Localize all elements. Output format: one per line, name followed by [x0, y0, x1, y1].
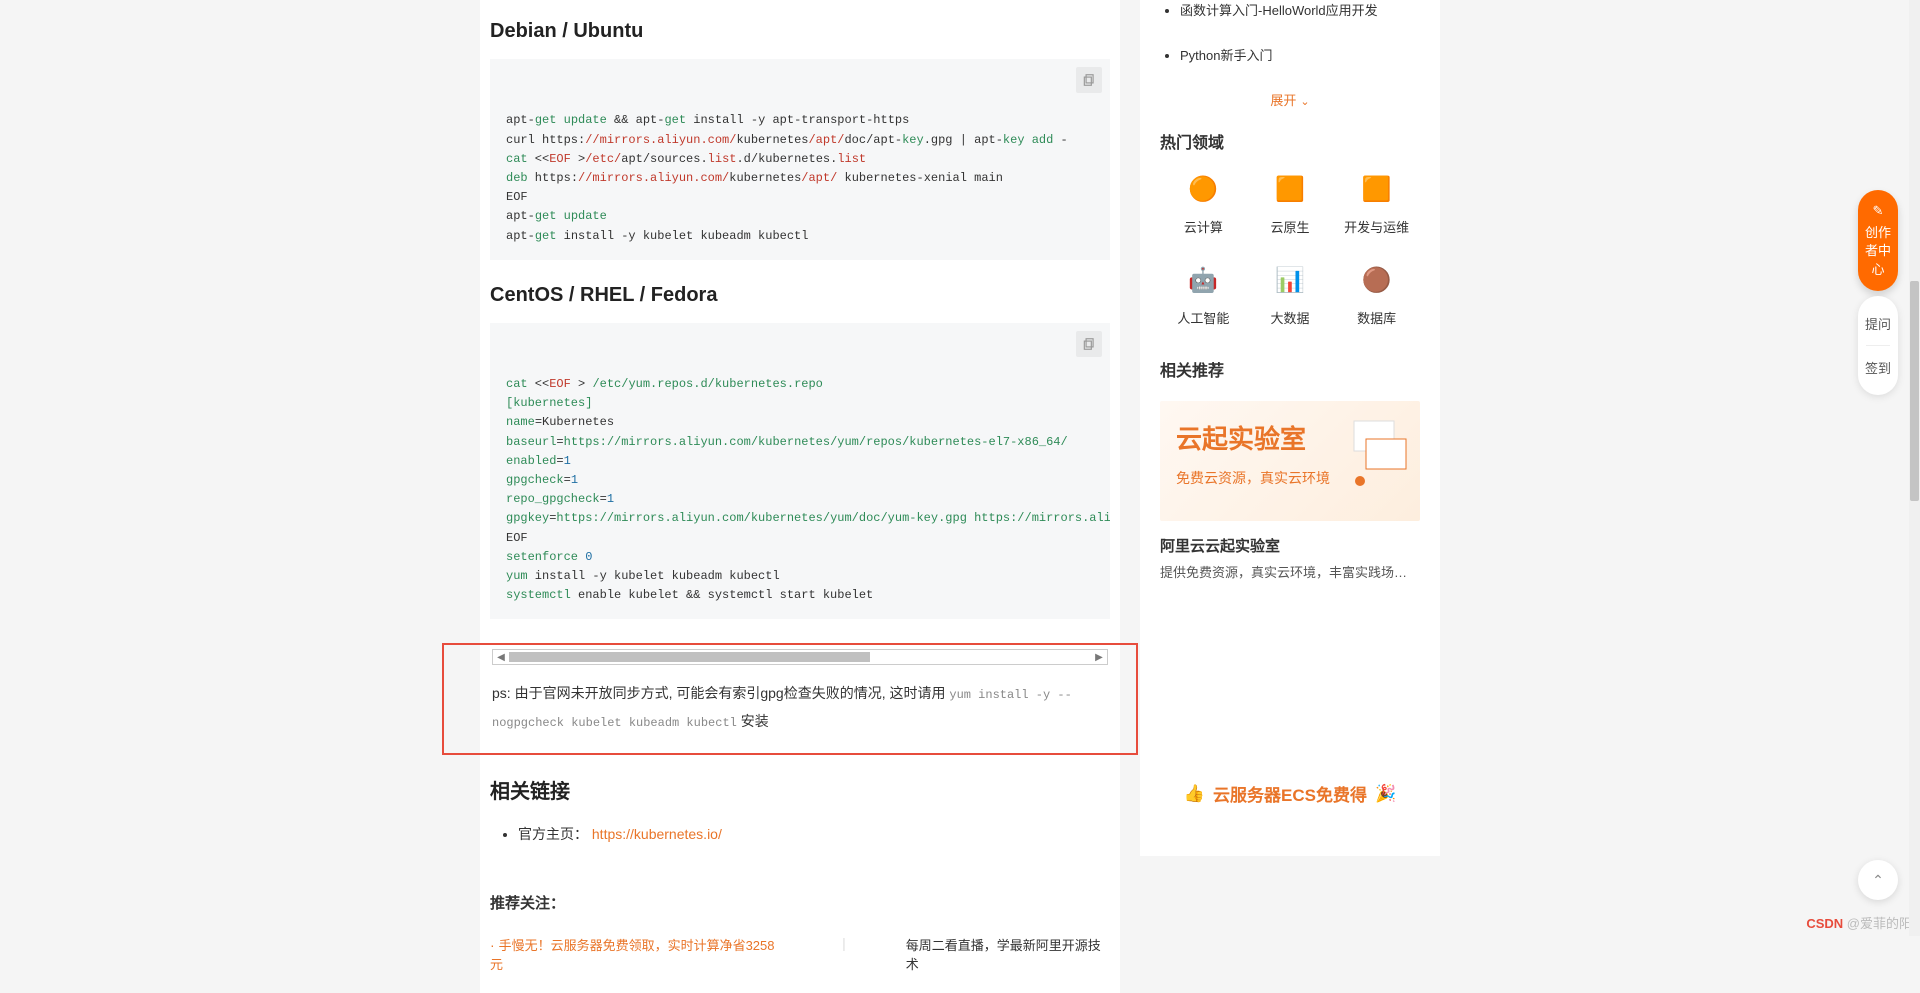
- vertical-scrollbar[interactable]: [1909, 0, 1920, 936]
- ps-suffix: 安装: [737, 713, 769, 729]
- ecs-icon-right: 🎉: [1375, 784, 1396, 804]
- recommended-link-2[interactable]: 每周二看直播，学最新阿里开源技术: [906, 935, 1110, 973]
- code-line: gpgcheck=1: [506, 473, 578, 487]
- pen-icon: ✎: [1860, 202, 1896, 220]
- code-line: name=Kubernetes: [506, 415, 614, 429]
- scroll-to-top-button[interactable]: ⌃: [1858, 860, 1898, 900]
- official-link[interactable]: https://kubernetes.io/: [592, 826, 722, 842]
- domain-ai[interactable]: 🤖 人工智能: [1160, 264, 1247, 327]
- creator-label: 创作者中心: [1865, 225, 1891, 276]
- code-block-centos: cat <<EOF > /etc/yum.repos.d/kubernetes.…: [490, 323, 1110, 620]
- code-line: cat <<EOF >/etc/apt/sources.list.d/kuber…: [506, 152, 866, 166]
- related-links-heading: 相关链接: [490, 775, 1110, 804]
- domain-label: 开发与运维: [1333, 217, 1420, 236]
- expand-label: 展开: [1270, 93, 1296, 108]
- vertical-scroll-thumb[interactable]: [1910, 281, 1919, 501]
- divider: [1866, 345, 1890, 346]
- devops-icon: 🟧: [1359, 173, 1395, 205]
- banner-decoration-icon: [1348, 415, 1408, 495]
- domain-cloud-computing[interactable]: 🟠 云计算: [1160, 173, 1247, 236]
- related-links-section: 相关链接 官方主页： https://kubernetes.io/: [480, 775, 1120, 844]
- code-line: EOF: [506, 531, 528, 545]
- rec-subtext: 提供免费资源，真实云环境，丰富实践场景，...: [1160, 562, 1420, 581]
- domain-bigdata[interactable]: 📊 大数据: [1247, 264, 1334, 327]
- sidebar-recent-item[interactable]: Python新手入门: [1180, 45, 1420, 64]
- sidebar-recent-item[interactable]: 函数计算入门-HelloWorld应用开发: [1180, 0, 1420, 19]
- related-link-item: 官方主页： https://kubernetes.io/: [518, 824, 1110, 844]
- copy-icon[interactable]: [1076, 67, 1102, 93]
- code-line: deb https://mirrors.aliyun.com/kubernete…: [506, 171, 1003, 185]
- link-label: 官方主页：: [518, 826, 588, 842]
- bigdata-icon: 📊: [1272, 264, 1308, 296]
- ecs-banner-text: 云服务器ECS免费得: [1213, 781, 1367, 806]
- section-title-debian: Debian / Ubuntu: [480, 20, 1120, 43]
- code-line: gpgkey=https://mirrors.aliyun.com/kubern…: [506, 511, 1110, 525]
- section-title-centos: CentOS / RHEL / Fedora: [480, 284, 1120, 307]
- scroll-left-icon[interactable]: ◀: [493, 652, 509, 663]
- cloud-icon: 🟠: [1185, 173, 1221, 205]
- domain-label: 大数据: [1247, 308, 1334, 327]
- domain-devops[interactable]: 🟧 开发与运维: [1333, 173, 1420, 236]
- highlight-box: ◀ ▶ ps: 由于官网未开放同步方式, 可能会有索引gpg检查失败的情况, 这…: [442, 643, 1138, 755]
- domain-label: 云计算: [1160, 217, 1247, 236]
- scroll-right-icon[interactable]: ▶: [1091, 652, 1107, 663]
- related-rec-heading: 相关推荐: [1160, 357, 1420, 381]
- domain-grid: 🟠 云计算 🟧 云原生 🟧 开发与运维 🤖 人工智能 📊 大数据 🟤 数: [1160, 173, 1420, 327]
- code-block-debian: apt-get update && apt-get install -y apt…: [490, 59, 1110, 260]
- native-icon: 🟧: [1272, 173, 1308, 205]
- domain-database[interactable]: 🟤 数据库: [1333, 264, 1420, 327]
- creator-center-button[interactable]: ✎ 创作者中心: [1858, 190, 1898, 291]
- domain-cloud-native[interactable]: 🟧 云原生: [1247, 173, 1334, 236]
- recommended-link-1[interactable]: 手慢无！云服务器免费领取，实时计算净省3258元: [490, 938, 774, 972]
- recommended-heading: 推荐关注：: [490, 892, 1110, 913]
- expand-button[interactable]: 展开 ⌄: [1160, 90, 1420, 109]
- ps-prefix: ps: 由于官网未开放同步方式, 可能会有索引gpg检查失败的情况, 这时请用: [492, 685, 949, 701]
- sidebar: 函数计算入门-HelloWorld应用开发 Python新手入门 展开 ⌄ 热门领…: [1140, 0, 1440, 856]
- copy-icon[interactable]: [1076, 331, 1102, 357]
- chevron-up-icon: ⌃: [1872, 872, 1884, 889]
- ps-note: ps: 由于官网未开放同步方式, 可能会有索引gpg检查失败的情况, 这时请用 …: [482, 679, 1118, 735]
- code-line: repo_gpgcheck=1: [506, 492, 614, 506]
- code-line: apt-get install -y kubelet kubeadm kubec…: [506, 229, 808, 243]
- code-line: [kubernetes]: [506, 396, 592, 410]
- ask-button[interactable]: 提问: [1858, 304, 1898, 343]
- hot-domains-heading: 热门领域: [1160, 129, 1420, 153]
- code-line: systemctl enable kubelet && systemctl st…: [506, 588, 873, 602]
- code-line: curl https://mirrors.aliyun.com/kubernet…: [506, 133, 1068, 147]
- code-line: EOF: [506, 190, 528, 204]
- scroll-track[interactable]: [509, 652, 1091, 662]
- code-line: apt-get update: [506, 209, 607, 223]
- ecs-banner[interactable]: 👍 云服务器ECS免费得 🎉: [1160, 781, 1420, 826]
- code-line: enabled=1: [506, 454, 571, 468]
- scroll-thumb[interactable]: [509, 652, 870, 662]
- code-line: yum install -y kubelet kubeadm kubectl: [506, 569, 780, 583]
- signin-button[interactable]: 签到: [1858, 348, 1898, 387]
- separator: |: [842, 935, 846, 973]
- chevron-down-icon: ⌄: [1300, 96, 1309, 108]
- code-line: setenforce 0: [506, 550, 592, 564]
- recommended-links: · 手慢无！云服务器免费领取，实时计算净省3258元 | 每周二看直播，学最新阿…: [480, 935, 1120, 973]
- article-main: Debian / Ubuntu apt-get update && apt-ge…: [480, 0, 1120, 993]
- rec-caption: 阿里云云起实验室: [1160, 535, 1420, 556]
- domain-label: 数据库: [1333, 308, 1420, 327]
- horizontal-scrollbar[interactable]: ◀ ▶: [492, 649, 1108, 665]
- rec-bullet: ·: [490, 937, 495, 953]
- lab-banner[interactable]: 云起实验室 免费云资源，真实云环境: [1160, 401, 1420, 521]
- database-icon: 🟤: [1359, 264, 1395, 296]
- ecs-icon-left: 👍: [1184, 784, 1205, 804]
- code-line: baseurl=https://mirrors.aliyun.com/kuber…: [506, 435, 1068, 449]
- side-action-stack: 提问 签到: [1858, 296, 1898, 395]
- code-line: apt-get update && apt-get install -y apt…: [506, 113, 909, 127]
- domain-label: 人工智能: [1160, 308, 1247, 327]
- ai-icon: 🤖: [1185, 264, 1221, 296]
- code-line: cat <<EOF > /etc/yum.repos.d/kubernetes.…: [506, 377, 823, 391]
- domain-label: 云原生: [1247, 217, 1334, 236]
